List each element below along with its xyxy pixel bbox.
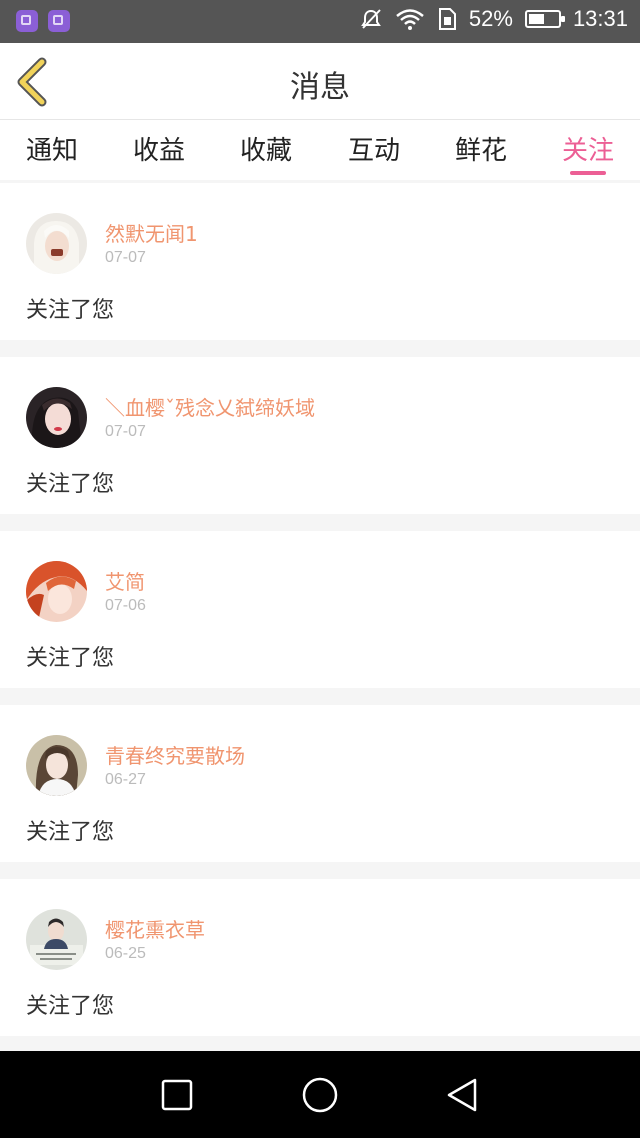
status-bar: 52% 13:31 [0,0,640,43]
back-triangle-icon[interactable] [441,1073,485,1117]
tab-notifications[interactable]: 通知 [26,130,78,167]
tab-favorites[interactable]: 收藏 [240,130,292,167]
timestamp: 07-06 [105,597,146,614]
active-tab-indicator [570,171,606,175]
timestamp: 06-25 [105,945,146,962]
tab-flowers[interactable]: 鲜花 [455,130,507,167]
list-item[interactable]: 然默无闻1 07-07 关注了您 [0,183,640,340]
gallery-app-icon [16,10,38,32]
timestamp: 07-07 [105,249,146,266]
tab-bar: 通知 收益 收藏 互动 鲜花 关注 [0,120,640,180]
mute-icon [359,7,383,31]
avatar[interactable] [26,213,87,274]
sim-icon [437,7,457,31]
tab-follows[interactable]: 关注 [562,130,614,167]
message-text: 关注了您 [26,994,115,1019]
username[interactable]: 青春终究要散场 [105,740,245,769]
status-indicators: 52% 13:31 [359,6,628,32]
username[interactable]: 然默无闻1 [105,218,198,247]
header: 消息 [0,43,640,120]
list-item[interactable]: 樱花熏衣草 06-25 关注了您 [0,879,640,1036]
battery-icon [524,10,565,28]
timestamp: 07-07 [105,423,146,440]
username[interactable]: 樱花熏衣草 [105,914,205,943]
gallery-app-icon [48,10,70,32]
message-text: 关注了您 [26,472,115,497]
timestamp: 06-27 [105,771,146,788]
avatar[interactable] [26,561,87,622]
avatar[interactable] [26,387,87,448]
avatar[interactable] [26,909,87,970]
battery-level [528,14,544,24]
system-nav-bar [0,1051,640,1138]
message-text: 关注了您 [26,298,115,323]
clock: 13:31 [572,6,628,31]
home-circle-icon[interactable] [298,1073,342,1117]
wifi-icon [395,7,425,31]
username[interactable]: 艾简 [105,566,145,595]
recents-square-icon[interactable] [155,1073,199,1117]
battery-percent: 52% [468,6,513,31]
tab-earnings[interactable]: 收益 [133,130,185,167]
tab-interactions[interactable]: 互动 [348,130,400,167]
list-item[interactable]: 艾简 07-06 关注了您 [0,531,640,688]
message-text: 关注了您 [26,646,115,671]
page-title: 消息 [290,70,350,105]
list-item[interactable]: ＼血樱ˇ残念乂弑缔妖域 07-07 关注了您 [0,357,640,514]
username[interactable]: ＼血樱ˇ残念乂弑缔妖域 [105,392,315,421]
avatar[interactable] [26,735,87,796]
status-notifications [16,10,70,32]
list-item[interactable]: 青春终究要散场 06-27 关注了您 [0,705,640,862]
message-text: 关注了您 [26,820,115,845]
